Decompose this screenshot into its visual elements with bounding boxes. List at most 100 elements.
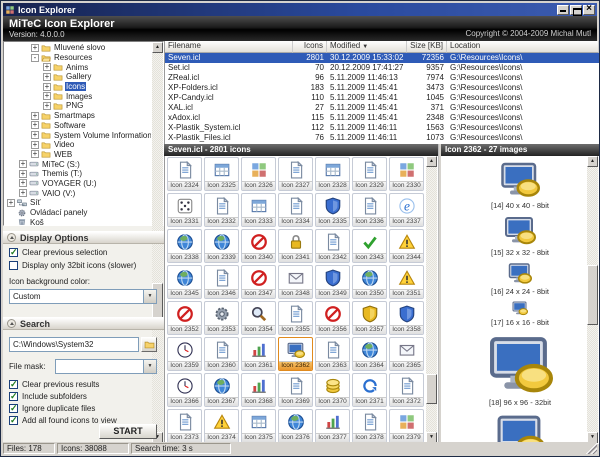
- close-button[interactable]: [583, 5, 595, 15]
- checkbox-ignore-duplicate-files[interactable]: Ignore duplicate files: [9, 404, 95, 413]
- search-header[interactable]: Search: [3, 317, 164, 330]
- grid-icon-icon-2332[interactable]: Icon 2332: [204, 193, 239, 227]
- titlebar[interactable]: Icon Explorer: [3, 3, 597, 16]
- tree-item-png[interactable]: +PNG: [5, 101, 151, 111]
- scrollbar-thumb[interactable]: [426, 374, 437, 404]
- expand-toggle[interactable]: +: [31, 121, 39, 129]
- grid-icon-icon-2378[interactable]: Icon 2378: [352, 409, 387, 443]
- grid-icon-icon-2343[interactable]: Icon 2343: [352, 229, 387, 263]
- tree-item-vaio-v[interactable]: +VAIO (V:): [5, 188, 151, 198]
- grid-icon-icon-2376[interactable]: Icon 2376: [278, 409, 313, 443]
- column-header-icons[interactable]: Icons: [293, 41, 327, 53]
- grid-icon-icon-2361[interactable]: Icon 2361: [241, 337, 276, 371]
- grid-icon-icon-2342[interactable]: Icon 2342: [315, 229, 350, 263]
- checkbox-box[interactable]: [9, 416, 18, 425]
- table-row[interactable]: Seven.icl280130.12.2009 15:33:0272356G:\…: [165, 53, 599, 63]
- image-size-item[interactable]: [17] 16 x 16 - 8bit: [441, 300, 599, 327]
- tree-item-video[interactable]: +Video: [5, 140, 151, 150]
- collapse-toggle[interactable]: -: [31, 54, 39, 62]
- start-button[interactable]: START: [99, 424, 157, 439]
- collapse-icon[interactable]: [7, 319, 16, 328]
- checkbox-box[interactable]: [9, 261, 18, 270]
- expand-toggle[interactable]: +: [31, 141, 39, 149]
- expand-toggle[interactable]: +: [19, 189, 27, 197]
- tree-item-web[interactable]: +WEB: [5, 150, 151, 160]
- grid-icon-icon-2335[interactable]: Icon 2335: [315, 193, 350, 227]
- tree-item-s[interactable]: +Síť: [5, 198, 151, 208]
- grid-icon-icon-2336[interactable]: Icon 2336: [352, 193, 387, 227]
- tree-item-images[interactable]: +Images: [5, 91, 151, 101]
- grid-icon-icon-2354[interactable]: Icon 2354: [241, 301, 276, 335]
- expand-toggle[interactable]: +: [31, 44, 39, 52]
- table-row[interactable]: XP-Candy.icl1105.11.2009 11:45:411045G:\…: [165, 93, 599, 103]
- expand-toggle[interactable]: +: [19, 160, 27, 168]
- grid-scrollbar[interactable]: ▲ ▼: [426, 156, 437, 443]
- column-header-location[interactable]: Location: [447, 41, 599, 53]
- grid-icon-icon-2341[interactable]: Icon 2341: [278, 229, 313, 263]
- column-header-size-kb[interactable]: Size [KB]: [407, 41, 447, 53]
- expand-toggle[interactable]: +: [43, 63, 51, 71]
- grid-icon-icon-2379[interactable]: Icon 2379: [389, 409, 424, 443]
- grid-icon-icon-2327[interactable]: Icon 2327: [278, 157, 313, 191]
- column-header-modified[interactable]: Modified▼: [327, 41, 407, 53]
- grid-icon-icon-2362[interactable]: Icon 2362: [278, 337, 313, 371]
- grid-icon-icon-2325[interactable]: Icon 2325: [204, 157, 239, 191]
- grid-icon-icon-2370[interactable]: Icon 2370: [315, 373, 350, 407]
- expand-toggle[interactable]: +: [19, 179, 27, 187]
- expand-toggle[interactable]: +: [19, 170, 27, 178]
- table-row[interactable]: XAL.icl275.11.2009 11:45:41371G:\Resourc…: [165, 103, 599, 113]
- grid-icon-icon-2349[interactable]: Icon 2349: [315, 265, 350, 299]
- grid-icon-icon-2373[interactable]: Icon 2373: [167, 409, 202, 443]
- checkbox-box[interactable]: [9, 404, 18, 413]
- grid-icon-icon-2358[interactable]: Icon 2358: [389, 301, 424, 335]
- tree-item-icons[interactable]: +Icons: [5, 82, 151, 92]
- chevron-down-icon[interactable]: ▼: [143, 360, 156, 373]
- table-row[interactable]: ZReal.icl965.11.2009 11:46:137974G:\Reso…: [165, 73, 599, 83]
- tree-item-ko[interactable]: +Koš: [5, 217, 151, 226]
- tree-item-ovl-dac-panely[interactable]: +Ovládací panely: [5, 208, 151, 218]
- grid-icon-icon-2355[interactable]: Icon 2355: [278, 301, 313, 335]
- checkbox-clear-previous-results[interactable]: Clear previous results: [9, 380, 99, 389]
- file-mask-select[interactable]: ▼: [55, 359, 157, 374]
- grid-icon-icon-2348[interactable]: Icon 2348: [278, 265, 313, 299]
- column-header-filename[interactable]: Filename: [165, 41, 293, 53]
- grid-icon-icon-2372[interactable]: Icon 2372: [389, 373, 424, 407]
- tree-item-software[interactable]: +Software: [5, 121, 151, 131]
- table-row[interactable]: X-Plastik_Files.icl765.11.2009 11:46:111…: [165, 133, 599, 143]
- grid-icon-icon-2377[interactable]: Icon 2377: [315, 409, 350, 443]
- expand-toggle[interactable]: +: [31, 150, 39, 158]
- scroll-up-icon[interactable]: ▲: [587, 156, 598, 167]
- table-row[interactable]: xAdox.icl1155.11.2009 11:45:412348G:\Res…: [165, 113, 599, 123]
- grid-icon-icon-2340[interactable]: Icon 2340: [241, 229, 276, 263]
- grid-icon-icon-2357[interactable]: Icon 2357: [352, 301, 387, 335]
- browse-folder-button[interactable]: [141, 337, 157, 352]
- expand-toggle[interactable]: +: [43, 92, 51, 100]
- scrollbar-thumb[interactable]: [587, 265, 598, 325]
- grid-icon-icon-2334[interactable]: Icon 2334: [278, 193, 313, 227]
- grid-icon-icon-2365[interactable]: Icon 2365: [389, 337, 424, 371]
- grid-icon-icon-2326[interactable]: Icon 2326: [241, 157, 276, 191]
- checkbox-clear-previous-selection[interactable]: Clear previous selection: [9, 248, 107, 257]
- grid-icon-icon-2367[interactable]: Icon 2367: [204, 373, 239, 407]
- checkbox-box[interactable]: [9, 248, 18, 257]
- expand-toggle[interactable]: +: [31, 131, 39, 139]
- display-options-header[interactable]: Display Options: [3, 231, 164, 244]
- image-size-item[interactable]: [19] 72 x 72 - 32bit: [441, 411, 599, 444]
- grid-icon-icon-2333[interactable]: Icon 2333: [241, 193, 276, 227]
- maximize-button[interactable]: [570, 5, 582, 15]
- grid-icon-icon-2374[interactable]: Icon 2374: [204, 409, 239, 443]
- grid-icon-icon-2331[interactable]: Icon 2331: [167, 193, 202, 227]
- checkbox-box[interactable]: [9, 392, 18, 401]
- chevron-down-icon[interactable]: ▼: [143, 290, 156, 303]
- images-scrollbar[interactable]: ▲ ▼: [587, 156, 598, 443]
- grid-icon-icon-2369[interactable]: Icon 2369: [278, 373, 313, 407]
- grid-icon-icon-2356[interactable]: Icon 2356: [315, 301, 350, 335]
- checkbox-include-subfolders[interactable]: Include subfolders: [9, 392, 87, 401]
- tree-item-gallery[interactable]: +Gallery: [5, 72, 151, 82]
- tree-item-mluven-slovo[interactable]: +Mluvené slovo: [5, 43, 151, 53]
- expand-toggle[interactable]: +: [31, 112, 39, 120]
- resize-grip[interactable]: [586, 443, 597, 454]
- image-size-item[interactable]: [14] 40 x 40 - 8bit: [441, 159, 599, 210]
- grid-icon-icon-2353[interactable]: Icon 2353: [204, 301, 239, 335]
- grid-icon-icon-2329[interactable]: Icon 2329: [352, 157, 387, 191]
